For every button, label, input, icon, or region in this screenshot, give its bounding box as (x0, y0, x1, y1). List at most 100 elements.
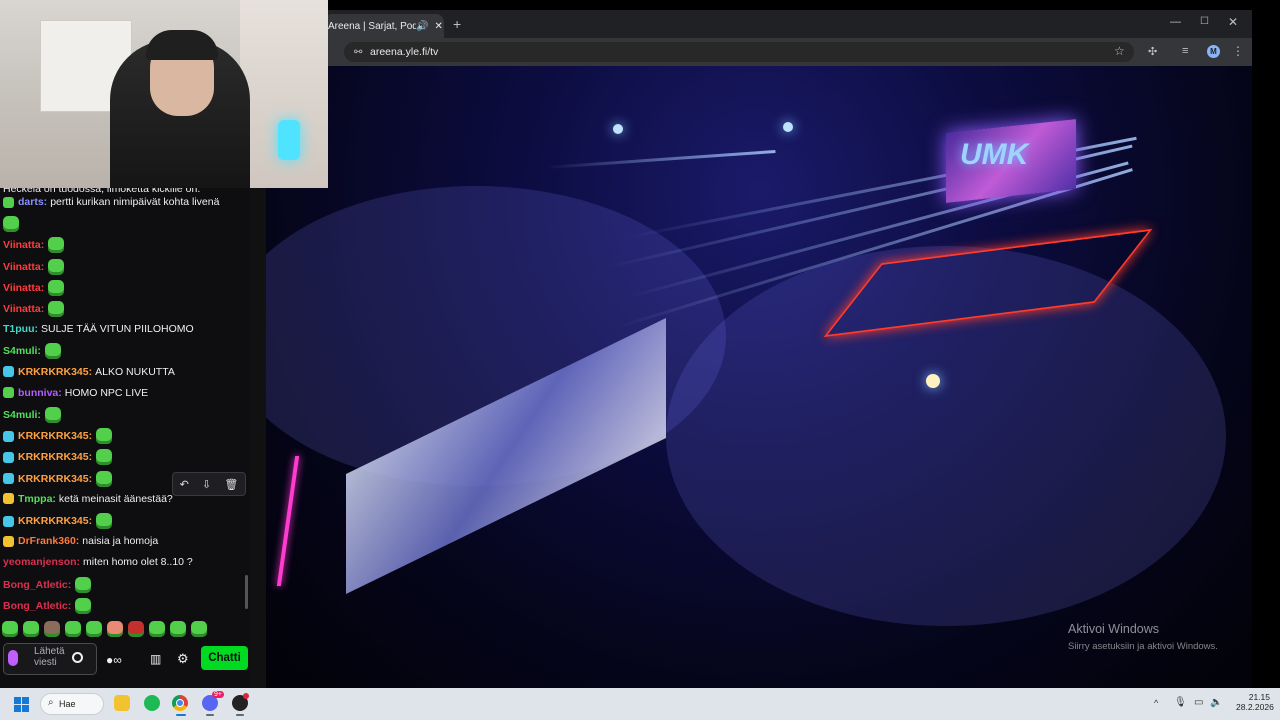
emote-icon[interactable] (23, 621, 39, 637)
app-indicator (236, 714, 244, 716)
chevron-up-icon[interactable]: ^ (1154, 698, 1158, 708)
undo-icon[interactable]: ↶ (180, 478, 189, 491)
video-player[interactable]: UMK Aktivoi Windows Siirry asetuksiin ja… (266, 66, 1252, 688)
chat-username[interactable]: Viinatta: (3, 281, 44, 295)
volume-icon[interactable]: 🔈 (1210, 697, 1222, 708)
emote-icon[interactable] (44, 343, 61, 360)
chat-username[interactable]: darts: (18, 195, 47, 209)
emote-icon[interactable] (48, 301, 65, 317)
emote-icon[interactable] (3, 216, 19, 233)
browser-tab[interactable]: Areena | Sarjat, Podcastit 🔊 ✕ (324, 14, 444, 38)
minimize-icon[interactable]: — (1170, 16, 1181, 28)
speaker-icon[interactable]: 🔊 (416, 21, 428, 32)
emote-icon[interactable] (44, 407, 61, 423)
display-icon[interactable]: ▭ (1194, 697, 1203, 708)
windows-start-icon[interactable] (14, 697, 29, 712)
plus-icon[interactable]: + (453, 16, 461, 32)
emote-icon[interactable] (149, 621, 165, 637)
chat-message: KRKRKRK345: (3, 449, 113, 466)
gear-icon[interactable]: ⚙ (177, 651, 189, 667)
site-info-icon[interactable]: ⚯ (354, 47, 362, 58)
chat-username[interactable]: Viinatta: (3, 238, 44, 252)
chat-message: S4muli: (3, 407, 61, 423)
microphone-icon[interactable] (8, 650, 18, 666)
chat-message: Viinatta: (3, 301, 65, 317)
emote-icon[interactable] (75, 576, 92, 593)
light-beam (545, 149, 776, 169)
emote-icon[interactable] (75, 597, 92, 614)
windows-activation-subtitle: Siirry asetuksiin ja aktivoi Windows. (1068, 641, 1218, 652)
delete-icon[interactable]: 🗑 (224, 478, 238, 491)
emote-icon[interactable] (2, 621, 18, 637)
star-icon[interactable]: ☆ (1114, 44, 1125, 58)
chat-username[interactable]: S4muli: (3, 408, 41, 422)
user-badge-icon[interactable] (3, 196, 14, 208)
emote-icon[interactable] (170, 621, 186, 637)
chat-username[interactable]: Bong_Atletic: (3, 578, 71, 592)
user-badge-icon[interactable] (3, 473, 14, 485)
emote-icon[interactable] (128, 621, 144, 637)
chat-username[interactable]: DrFrank360: (18, 534, 79, 548)
window-close-icon[interactable]: ✕ (1228, 15, 1238, 29)
stage-logo: UMK (960, 138, 1029, 171)
chat-username[interactable]: yeomanjenson: (3, 555, 80, 569)
emote-icon[interactable] (96, 470, 113, 487)
chat-message: Viinatta: (3, 258, 65, 275)
close-icon[interactable]: ✕ (434, 21, 442, 32)
kebab-menu-icon[interactable]: ⋮ (1232, 44, 1244, 58)
chat-message: KRKRKRK345: (3, 428, 113, 445)
user-badge-icon[interactable] (3, 430, 14, 442)
search-icon: ⌕ (48, 697, 54, 708)
chat-username[interactable]: Viinatta: (3, 302, 44, 316)
emote-icon[interactable] (48, 279, 65, 296)
chrome-icon[interactable] (172, 695, 188, 711)
maximize-icon[interactable]: ☐ (1200, 16, 1209, 27)
emote-icon[interactable] (191, 621, 207, 637)
emote-icon[interactable] (96, 428, 113, 445)
chat-username[interactable]: Bong_Atletic: (3, 599, 71, 613)
chat-username[interactable]: KRKRKRK345: (18, 365, 92, 379)
address-bar[interactable] (344, 42, 1134, 62)
user-badge-icon[interactable] (3, 366, 14, 378)
search-label: Hae (59, 699, 76, 709)
chat-username[interactable]: Viinatta: (3, 260, 44, 274)
emote-icon[interactable] (86, 621, 102, 637)
emote-icon[interactable] (48, 258, 65, 275)
chat-message (3, 216, 19, 233)
user-badge-icon[interactable] (3, 451, 14, 463)
emote-icon[interactable] (65, 621, 81, 637)
emote-icon[interactable] (107, 621, 123, 637)
chat-username[interactable]: T1puu: (3, 322, 38, 336)
chat-scrollbar[interactable] (245, 575, 248, 609)
pin-icon[interactable]: ⇩ (202, 478, 211, 491)
emote-icon[interactable] (48, 237, 65, 254)
microphone-icon[interactable]: 🎙 (1174, 697, 1187, 708)
taskbar-clock[interactable]: 21.15 28.2.2026 (1236, 692, 1274, 712)
chat-username[interactable]: S4muli: (3, 344, 41, 358)
message-text: SULJE TÄÄ VITUN PIILOHOMO (41, 323, 194, 336)
user-badge-icon[interactable] (3, 387, 14, 399)
emote-icon[interactable] (96, 449, 113, 466)
chat-username[interactable]: KRKRKRK345: (18, 472, 92, 486)
channel-points-icon[interactable]: ●∞ (106, 653, 122, 667)
chat-username[interactable]: Tmppa: (18, 492, 56, 506)
chat-send-button[interactable]: Chatti (201, 646, 248, 670)
media-control-icon[interactable]: ≡ (1182, 45, 1188, 57)
spotify-icon[interactable] (144, 695, 160, 711)
emote-icon[interactable] (96, 513, 113, 529)
user-badge-icon[interactable] (3, 515, 14, 527)
chat-username[interactable]: KRKRKRK345: (18, 514, 92, 528)
file-explorer-icon[interactable] (114, 695, 130, 711)
chat-username[interactable]: bunniva: (18, 386, 62, 400)
emote-icon[interactable] (44, 621, 60, 637)
puzzle-icon[interactable]: ✣ (1148, 45, 1157, 58)
store-icon[interactable]: ▥ (150, 652, 161, 666)
chat-username[interactable]: KRKRKRK345: (18, 429, 92, 443)
user-badge-icon[interactable] (3, 535, 14, 547)
url-text[interactable]: areena.yle.fi/tv (370, 46, 438, 58)
chat-username[interactable]: KRKRKRK345: (18, 450, 92, 464)
chat-input-placeholder: Lähetä viesti (34, 646, 65, 668)
emoji-icon[interactable] (72, 652, 83, 663)
user-badge-icon[interactable] (3, 493, 14, 505)
profile-avatar[interactable]: M (1207, 45, 1220, 58)
